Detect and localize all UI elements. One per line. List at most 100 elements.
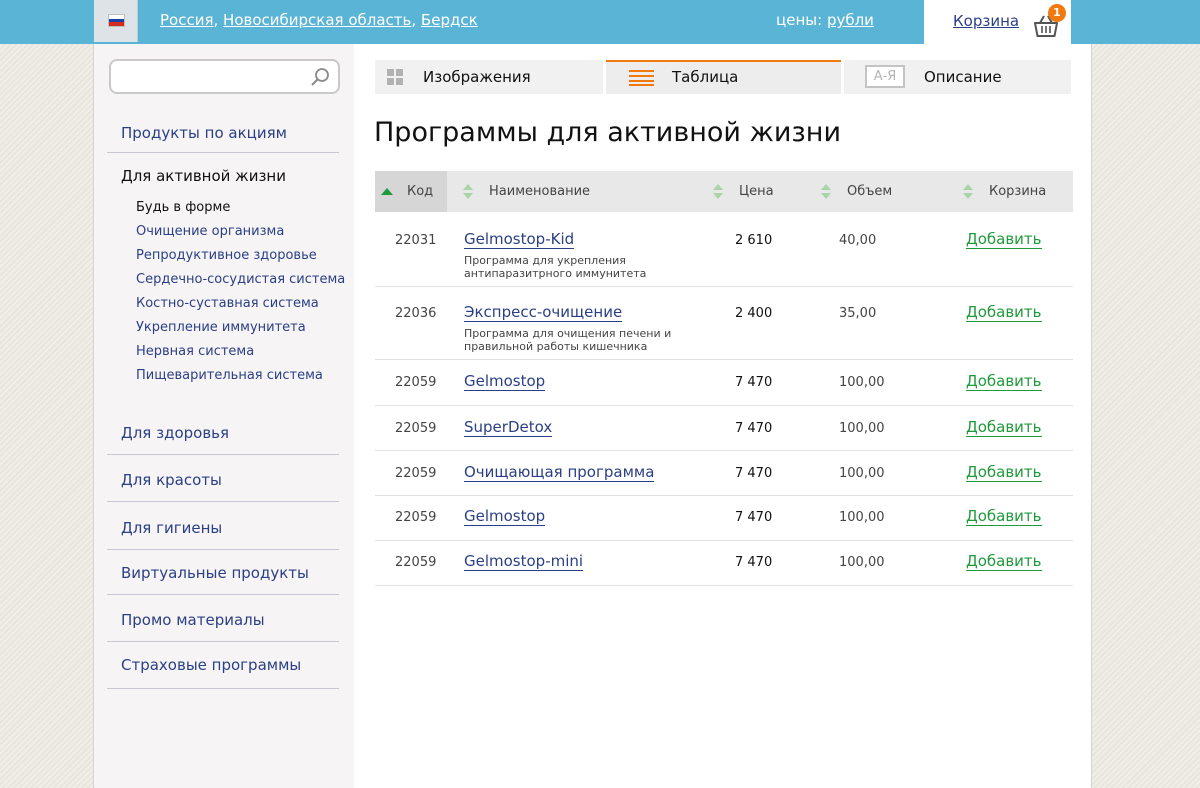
- sidebar-item-hygiene[interactable]: Для гигиены: [107, 519, 339, 537]
- sidebar-subitem-cleansing[interactable]: Очищение организма: [136, 224, 284, 239]
- table-header: Код Наименование Цена Объем Корзина: [375, 171, 1073, 212]
- tab-images[interactable]: Изображения: [375, 60, 603, 94]
- row-volume: 35,00: [839, 306, 877, 321]
- sidebar-subitem-reproductive[interactable]: Репродуктивное здоровье: [136, 248, 317, 263]
- sort-icon: [821, 184, 832, 200]
- sidebar-item-promo-products[interactable]: Продукты по акциям: [107, 124, 339, 142]
- product-link[interactable]: Экспресс-очищение: [464, 304, 623, 322]
- row-price: 7 470: [735, 421, 773, 436]
- sidebar-item-insurance[interactable]: Страховые программы: [107, 656, 339, 674]
- add-to-cart-link[interactable]: Добавить: [966, 419, 1042, 437]
- main-shell: Продукты по акциям Для активной жизни Бу…: [93, 44, 1092, 788]
- row-code: 22036: [395, 306, 437, 321]
- tab-table[interactable]: Таблица: [606, 60, 841, 94]
- table-row: 22059 Gelmostop 7 470 100,00 Добавить: [375, 496, 1073, 541]
- sidebar-divider: [107, 549, 339, 550]
- sidebar-item-beauty[interactable]: Для красоты: [107, 471, 339, 489]
- location-country-link[interactable]: Россия: [160, 11, 214, 29]
- location-separator: ,: [213, 11, 224, 29]
- column-volume-label: Объем: [847, 184, 893, 199]
- row-code: 22059: [395, 466, 437, 481]
- product-description: Программа для укрепления антипаразитрног…: [464, 254, 647, 280]
- russia-flag-icon: [108, 14, 125, 27]
- sidebar-subitem-be-fit[interactable]: Будь в форме: [136, 200, 230, 215]
- column-name-label: Наименование: [489, 184, 591, 199]
- column-header-volume[interactable]: Объем: [821, 171, 951, 212]
- column-header-cart[interactable]: Корзина: [963, 171, 1073, 212]
- search-input[interactable]: [119, 66, 299, 86]
- sidebar-subitem-cardio[interactable]: Сердечно-сосудистая система: [136, 272, 345, 287]
- currency-selector: цены: рубли: [776, 11, 874, 29]
- row-price: 7 470: [735, 555, 773, 570]
- table-row: 22059 Gelmostop 7 470 100,00 Добавить: [375, 360, 1073, 406]
- currency-link[interactable]: рубли: [827, 11, 874, 29]
- column-cart-label: Корзина: [989, 184, 1047, 199]
- search-box: [109, 59, 340, 94]
- table-row: 22059 SuperDetox 7 470 100,00 Добавить: [375, 406, 1073, 451]
- product-link[interactable]: Gelmostop: [464, 508, 546, 526]
- row-code: 22059: [395, 375, 437, 390]
- add-to-cart-link[interactable]: Добавить: [966, 373, 1042, 391]
- add-to-cart-link[interactable]: Добавить: [966, 231, 1042, 249]
- tab-table-label: Таблица: [672, 68, 739, 86]
- column-header-name[interactable]: Наименование: [463, 171, 713, 212]
- top-bar: Россия, Новосибирская область, Бердск це…: [0, 0, 1200, 44]
- column-header-code[interactable]: Код: [375, 171, 447, 212]
- row-code: 22031: [395, 233, 437, 248]
- table-row: 22059 Очищающая программа 7 470 100,00 Д…: [375, 451, 1073, 496]
- cart-area: Корзина 1: [924, 0, 1071, 44]
- sort-icon: [963, 184, 974, 200]
- sort-icon: [713, 184, 724, 200]
- product-link[interactable]: Gelmostop-mini: [464, 553, 584, 571]
- column-code-label: Код: [407, 184, 434, 199]
- sidebar-item-promo-materials[interactable]: Промо материалы: [107, 611, 339, 629]
- sidebar-divider: [107, 641, 339, 642]
- row-volume: 100,00: [839, 466, 885, 481]
- row-volume: 100,00: [839, 375, 885, 390]
- row-price: 7 470: [735, 510, 773, 525]
- cart-count-badge: 1: [1048, 4, 1066, 22]
- column-header-price[interactable]: Цена: [713, 171, 813, 212]
- sort-icon: [463, 184, 474, 200]
- sidebar-item-active-life[interactable]: Для активной жизни: [107, 167, 339, 185]
- cart-link[interactable]: Корзина: [953, 12, 1019, 30]
- sidebar: Продукты по акциям Для активной жизни Бу…: [94, 44, 354, 788]
- add-to-cart-link[interactable]: Добавить: [966, 464, 1042, 482]
- product-link[interactable]: Очищающая программа: [464, 464, 655, 482]
- location-city-link[interactable]: Бердск: [421, 11, 478, 29]
- add-to-cart-link[interactable]: Добавить: [966, 304, 1042, 322]
- sidebar-divider: [107, 688, 339, 689]
- sidebar-divider: [107, 501, 339, 502]
- tab-description[interactable]: А-Я Описание: [844, 60, 1071, 94]
- tab-description-label: Описание: [924, 68, 1002, 86]
- product-link[interactable]: SuperDetox: [464, 419, 553, 437]
- product-link[interactable]: Gelmostop: [464, 373, 546, 391]
- product-link[interactable]: Gelmostop-Kid: [464, 231, 575, 249]
- table-row: 22036 Экспресс-очищение Программа для оч…: [375, 287, 1073, 360]
- row-code: 22059: [395, 510, 437, 525]
- row-volume: 100,00: [839, 555, 885, 570]
- sidebar-subitem-joints[interactable]: Костно-суставная система: [136, 296, 319, 311]
- row-price: 2 400: [735, 306, 773, 321]
- table-row: 22059 Gelmostop-mini 7 470 100,00 Добави…: [375, 541, 1073, 586]
- page-title: Программы для активной жизни: [374, 117, 841, 148]
- sidebar-subitem-immunity[interactable]: Укрепление иммунитета: [136, 320, 306, 335]
- location-region-link[interactable]: Новосибирская область: [223, 11, 411, 29]
- row-price: 7 470: [735, 375, 773, 390]
- sidebar-divider: [107, 152, 339, 153]
- sidebar-subitem-nervous[interactable]: Нервная система: [136, 344, 254, 359]
- country-flag-button[interactable]: [94, 0, 138, 42]
- row-code: 22059: [395, 421, 437, 436]
- tab-images-label: Изображения: [423, 68, 531, 86]
- row-volume: 40,00: [839, 233, 877, 248]
- sidebar-subitem-digestive[interactable]: Пищеварительная система: [136, 368, 323, 383]
- prices-label: цены:: [776, 11, 823, 29]
- add-to-cart-link[interactable]: Добавить: [966, 508, 1042, 526]
- sidebar-item-virtual[interactable]: Виртуальные продукты: [107, 564, 339, 582]
- search-icon[interactable]: [310, 67, 330, 87]
- add-to-cart-link[interactable]: Добавить: [966, 553, 1042, 571]
- row-volume: 100,00: [839, 510, 885, 525]
- row-price: 2 610: [735, 233, 773, 248]
- location-selector: Россия, Новосибирская область, Бердск: [160, 11, 478, 29]
- sidebar-item-health[interactable]: Для здоровья: [107, 424, 339, 442]
